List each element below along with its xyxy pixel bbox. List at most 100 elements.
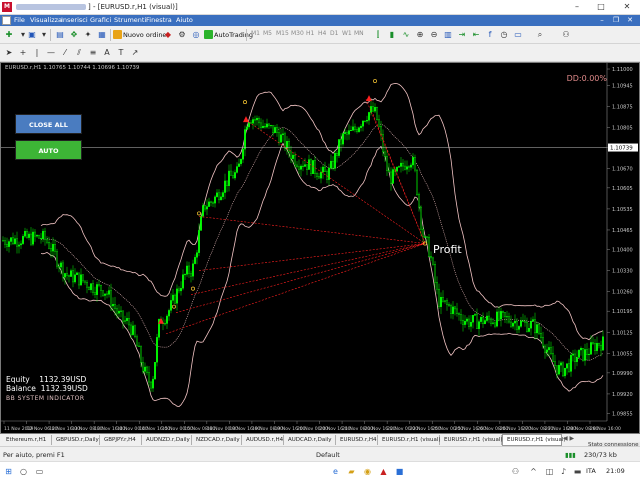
new-order-button[interactable]: Nuovo ordine [113,29,166,41]
timeframe-m5[interactable]: M5 [263,30,272,37]
chart-window-icon[interactable] [2,16,11,25]
minimize-button[interactable]: – [568,0,586,14]
tab-ethereum-h1[interactable]: Ethereum.r,H1 [2,435,52,445]
chrome-icon[interactable]: ◉ [362,466,373,477]
autoscroll-icon[interactable]: ⇥ [456,29,468,41]
tab-gbpusd-daily[interactable]: GBPUSD.r,Daily [52,435,100,445]
task-view-icon[interactable]: ▭ [34,466,45,477]
search-icon[interactable]: ○ [18,466,29,477]
strategy-tester-icon[interactable]: ⚙ [176,29,188,41]
timeframe-mn[interactable]: MN [354,30,364,37]
community-icon[interactable]: ⚇ [560,29,572,41]
mdi-restore-button[interactable]: ❐ [610,15,622,26]
tile-windows-icon[interactable]: ▥ [442,29,454,41]
candle-body [4,240,6,245]
timeframe-m1[interactable]: M1 [251,30,260,37]
tab-eurusd-h1-visual-active[interactable]: EURUSD.r,H1 (visual) [502,434,566,446]
menu-window[interactable]: Finestra [146,16,172,24]
edge-icon[interactable]: e [330,466,341,477]
candle-body [258,117,260,124]
tab-eurusd-h4[interactable]: EURUSD.r,H4 [336,435,378,445]
tab-audnzd-daily[interactable]: AUDNZD.r,Daily [142,435,192,445]
terminal-icon[interactable]: ▦ [96,29,108,41]
timeframe-m30[interactable]: M30 [291,30,304,37]
candlestick-icon[interactable]: ▮ [386,29,398,41]
zoom-out-icon[interactable]: ⊖ [428,29,440,41]
timeframe-m15[interactable]: M15 [276,30,289,37]
mdi-minimize-button[interactable]: – [596,15,608,26]
data-window-icon[interactable]: ✥ [68,29,80,41]
chevron-down-icon[interactable]: ▾ [38,29,50,41]
fibonacci-icon[interactable]: ≡ [87,47,99,59]
tab-nzdcad-daily[interactable]: NZDCAD.r,Daily [192,435,242,445]
chart-canvas[interactable]: 1.110001.109451.108751.108051.107401.106… [1,63,639,433]
close-all-button[interactable]: CLOSE ALL [15,114,82,134]
close-button[interactable]: ✕ [618,0,636,14]
text-tool-icon[interactable]: A [101,47,113,59]
mdi-close-button[interactable]: ✕ [624,15,636,26]
market-watch-icon[interactable]: ▤ [54,29,66,41]
trendline-icon[interactable]: ⁄ [59,47,71,59]
candle-body [568,363,570,372]
candle-body [226,180,228,187]
tray-chevron-icon[interactable]: ^ [528,466,539,477]
menu-insert[interactable]: Inserisci [61,16,88,24]
maximize-button[interactable]: □ [592,0,610,14]
menu-view[interactable]: Visualizza [30,16,62,24]
tab-eurusd-h1-visual[interactable]: EURUSD.r,H1 (visual) [440,435,503,445]
signal-lines [165,98,426,335]
candle-body [76,272,78,275]
arrow-tool-icon[interactable]: ↗ [129,47,141,59]
tab-scroll-arrows[interactable]: ◀ ▶ [563,435,574,442]
menu-charts[interactable]: Grafici [90,16,111,24]
battery-icon[interactable]: ▬ [572,466,583,477]
clock[interactable]: 21:09 [606,467,625,475]
start-icon[interactable]: ⊞ [3,466,14,477]
timeframe-d1[interactable]: D1 [330,30,338,37]
tab-audusd-h4[interactable]: AUDUSD.r,H4 [242,435,284,445]
horizontal-line-icon[interactable]: — [45,47,57,59]
auto-button[interactable]: AUTO [15,140,82,160]
chart-shift-icon[interactable]: ⇤ [470,29,482,41]
network-icon[interactable]: ◫ [544,466,555,477]
cursor-icon[interactable]: ➤ [3,47,15,59]
app-taskbar-icon[interactable]: ■ [394,466,405,477]
periodicity-icon[interactable]: ◷ [498,29,510,41]
candle-body [462,319,464,325]
candle-body [230,170,232,176]
input-language[interactable]: ITA [586,467,596,475]
menu-tools[interactable]: Strumenti [114,16,146,24]
line-chart-icon[interactable]: ∿ [400,29,412,41]
menu-help[interactable]: Aiuto [176,16,193,24]
tab-eurusd-h1-visual[interactable]: EURUSD.r,H1 (visual) [378,435,441,445]
timeframe-h4[interactable]: H4 [318,30,326,37]
new-chart-icon[interactable]: ✚ [3,29,15,41]
signals-icon[interactable]: ◎ [190,29,202,41]
candle-body [364,120,366,122]
label-tool-icon[interactable]: T [115,47,127,59]
timeframe-h1[interactable]: H1 [306,30,314,37]
search-icon[interactable]: ⌕ [534,29,546,41]
candle-body [308,159,310,170]
tab-gbpjpy-h4[interactable]: GBPJPY.r,H4 [100,435,142,445]
profiles-icon[interactable]: ▣ [26,29,38,41]
candle-body [282,133,284,135]
bar-chart-icon[interactable]: ⫿ [372,29,384,41]
crosshair-icon[interactable]: + [17,47,29,59]
timeframe-w1[interactable]: W1 [342,30,352,37]
people-icon[interactable]: ⚇ [510,466,521,477]
templates-icon[interactable]: ▭ [512,29,524,41]
metaeditor-icon[interactable]: ◆ [162,29,174,41]
zoom-in-icon[interactable]: ⊕ [414,29,426,41]
vertical-line-icon[interactable]: | [31,47,43,59]
tab-audcad-daily[interactable]: AUDCAD.r,Daily [284,435,336,445]
file-explorer-icon[interactable]: ▰ [346,466,357,477]
indicators-icon[interactable]: f [484,29,496,41]
menu-file[interactable]: File [14,16,25,24]
navigator-icon[interactable]: ✦ [82,29,94,41]
volume-icon[interactable]: ♪ [558,466,569,477]
trade-entry-marker [373,79,377,84]
price-chart[interactable]: 1.110001.109451.108751.108051.107401.106… [0,62,640,434]
channel-icon[interactable]: ⫽ [73,47,85,59]
metatrader-taskbar-icon[interactable]: ▲ [378,466,389,477]
